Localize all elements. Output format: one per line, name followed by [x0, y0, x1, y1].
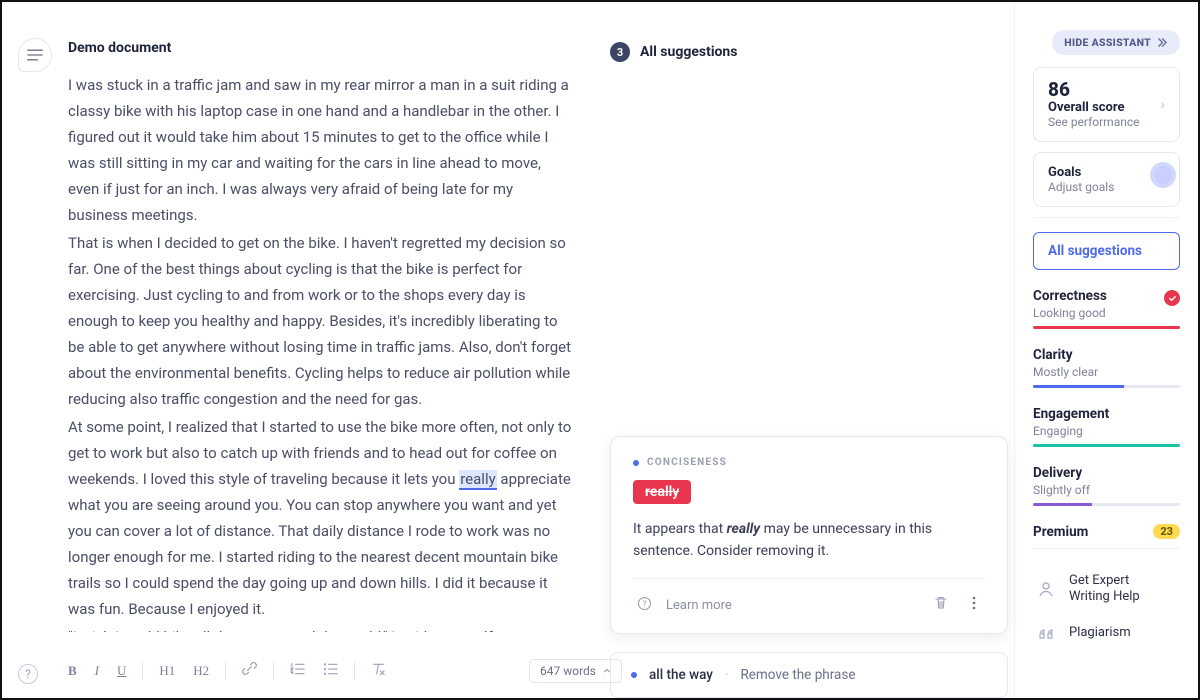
info-icon: ?	[633, 592, 656, 619]
document-body[interactable]: I was stuck in a traffic jam and saw in …	[68, 72, 572, 632]
metric-bar	[1033, 444, 1180, 447]
paragraph[interactable]: At some point, I realized that I started…	[68, 414, 572, 622]
overall-score-panel[interactable]: 86 Overall score See performance ›	[1033, 67, 1180, 142]
metric-sub: Looking good	[1033, 306, 1180, 320]
tab-all-suggestions[interactable]: All suggestions	[1033, 232, 1180, 270]
separator	[225, 662, 226, 680]
score-value: 86	[1048, 80, 1140, 100]
paragraph[interactable]: I was stuck in a traffic jam and saw in …	[68, 72, 572, 228]
metric-sub: Engaging	[1033, 424, 1180, 438]
divider	[1033, 217, 1180, 218]
suggestion-category: CONCISENESS	[633, 457, 985, 468]
ul-icon	[323, 662, 338, 676]
underline-button[interactable]: U	[111, 659, 132, 683]
metric-bar	[1033, 385, 1180, 388]
metric-name: Correctness	[1033, 288, 1180, 304]
suggestion-term: all the way	[649, 667, 713, 683]
more-options-button[interactable]	[963, 591, 985, 619]
suggestion-card[interactable]: CONCISENESS really It appears that reall…	[610, 436, 1008, 634]
word-count-label: 647 words	[540, 664, 596, 678]
dismiss-suggestion-button[interactable]	[929, 591, 953, 619]
metric-sub: Mostly clear	[1033, 365, 1180, 379]
metric-clarity[interactable]: Clarity Mostly clear	[1033, 347, 1180, 388]
hide-assistant-button[interactable]: HIDE ASSISTANT	[1052, 30, 1180, 55]
assistant-sidebar: HIDE ASSISTANT 86 Overall score See perf…	[1014, 2, 1198, 698]
suggestion-count-badge: 3	[610, 42, 630, 62]
menu-toggle-button[interactable]	[18, 38, 52, 72]
all-suggestions-label: All suggestions	[640, 44, 737, 60]
link-icon	[242, 661, 257, 676]
document-title[interactable]: Demo document	[68, 40, 572, 56]
separator	[273, 662, 274, 680]
category-label: CONCISENESS	[647, 457, 727, 468]
text: appreciate what you are seeing around yo…	[68, 470, 571, 618]
svg-text:?: ?	[643, 599, 647, 609]
editor-column: Demo document I was stuck in a traffic j…	[2, 2, 592, 698]
person-icon	[1035, 580, 1057, 598]
learn-more-link[interactable]: Learn more	[666, 598, 732, 613]
h1-button[interactable]: H1	[153, 659, 181, 683]
category-dot-icon	[631, 672, 637, 678]
premium-count-badge: 23	[1153, 524, 1180, 539]
metric-premium[interactable]: 23 Premium	[1033, 524, 1180, 540]
goals-panel[interactable]: Goals Adjust goals ›	[1033, 152, 1180, 207]
trash-icon	[933, 595, 949, 611]
clear-format-icon	[371, 662, 386, 676]
divider	[1033, 548, 1180, 549]
score-link: See performance	[1048, 115, 1140, 129]
metric-correctness[interactable]: Correctness Looking good	[1033, 288, 1180, 329]
bold-button[interactable]: B	[62, 659, 83, 683]
link-button[interactable]	[236, 657, 263, 684]
separator	[142, 662, 143, 680]
italic-button[interactable]: I	[89, 659, 105, 683]
metric-name: Clarity	[1033, 347, 1180, 363]
metric-bar	[1033, 326, 1180, 329]
word-count-button[interactable]: 647 words	[529, 659, 622, 683]
metric-sub: Slightly off	[1033, 483, 1180, 497]
score-label: Overall score	[1048, 100, 1140, 115]
separator	[354, 662, 355, 680]
highlighted-word[interactable]: really	[459, 470, 496, 490]
remove-word-chip[interactable]: really	[633, 480, 691, 504]
check-badge-icon	[1164, 290, 1180, 306]
help-label: Get Expert Writing Help	[1069, 573, 1159, 605]
suggestion-action: Remove the phrase	[740, 667, 855, 683]
goals-indicator-icon	[1154, 166, 1172, 184]
metric-name: Engagement	[1033, 406, 1180, 422]
chevron-right-icon: ›	[1161, 97, 1165, 113]
collapsed-suggestion[interactable]: all the way · Remove the phrase	[610, 652, 1008, 698]
category-dot-icon	[633, 460, 639, 466]
numbered-list-button[interactable]	[284, 658, 311, 684]
goals-link: Adjust goals	[1048, 180, 1114, 194]
metric-bar	[1033, 503, 1180, 506]
quotes-icon	[1035, 626, 1057, 640]
chevrons-right-icon	[1157, 38, 1168, 47]
ol-icon	[290, 662, 305, 676]
format-toolbar: B I U H1 H2 647 words	[54, 651, 630, 690]
all-suggestions-header[interactable]: 3 All suggestions	[610, 42, 1008, 62]
kebab-icon	[967, 595, 981, 611]
hamburger-icon	[27, 49, 43, 61]
separator: ·	[725, 667, 729, 683]
expert-help-link[interactable]: Get Expert Writing Help	[1033, 563, 1180, 615]
help-button[interactable]: ?	[18, 664, 38, 684]
metric-name: Delivery	[1033, 465, 1180, 481]
metric-engagement[interactable]: Engagement Engaging	[1033, 406, 1180, 447]
help-label: Plagiarism	[1069, 625, 1131, 640]
chevron-up-icon	[603, 667, 611, 675]
suggestions-column: 3 All suggestions CONCISENESS really It …	[592, 2, 1014, 698]
paragraph[interactable]: That is when I decided to get on the bik…	[68, 230, 572, 412]
plagiarism-link[interactable]: Plagiarism	[1033, 615, 1180, 650]
hide-assistant-label: HIDE ASSISTANT	[1064, 36, 1151, 49]
suggestion-message: It appears that really may be unnecessar…	[633, 518, 985, 562]
goals-title: Goals	[1048, 165, 1114, 180]
paragraph[interactable]: "I wish I could bike all the way around …	[68, 624, 572, 632]
h2-button[interactable]: H2	[187, 659, 215, 683]
metric-delivery[interactable]: Delivery Slightly off	[1033, 465, 1180, 506]
clear-formatting-button[interactable]	[365, 658, 392, 684]
bullet-list-button[interactable]	[317, 658, 344, 684]
